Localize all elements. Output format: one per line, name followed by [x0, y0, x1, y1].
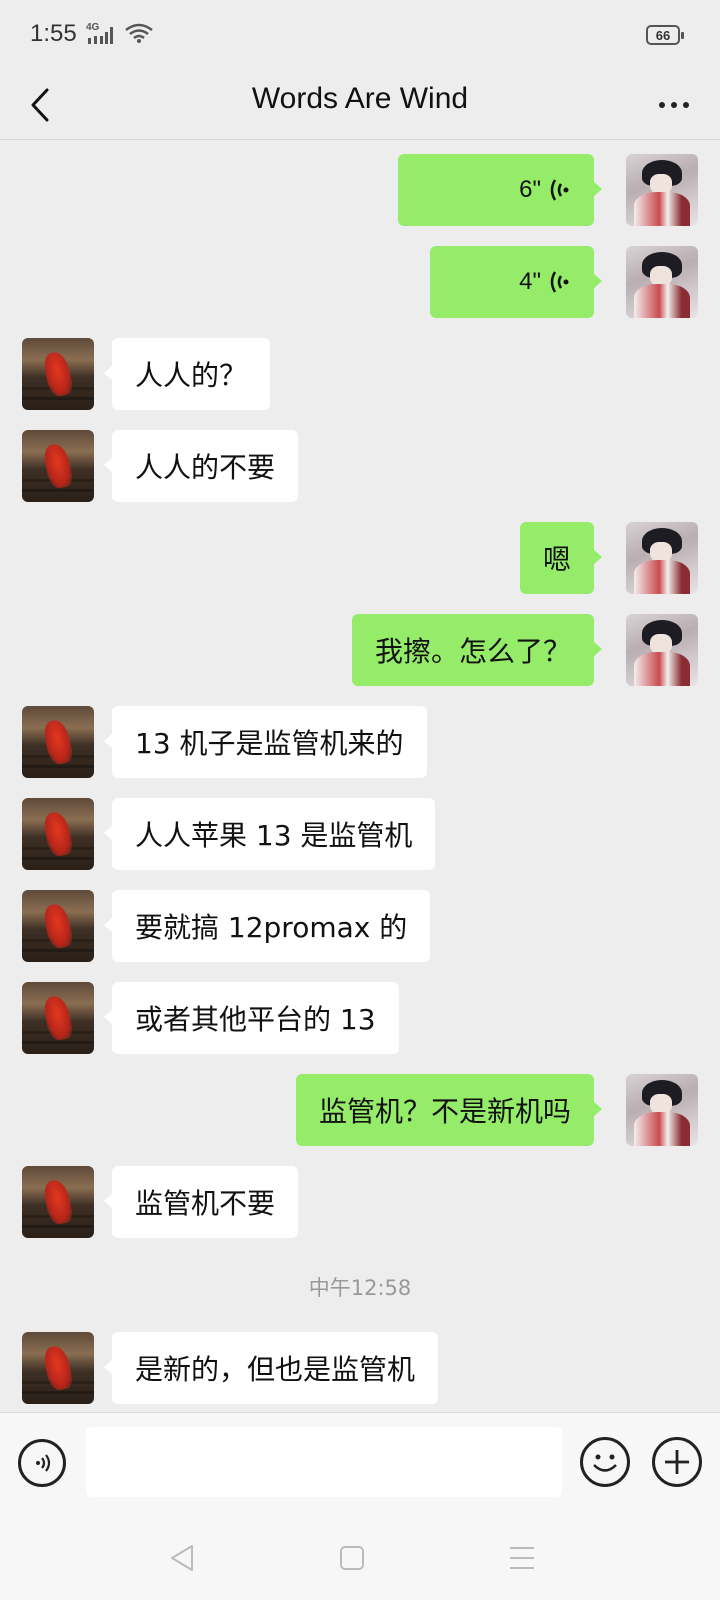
text-message-bubble[interactable]: 我擦。怎么了？: [351, 614, 603, 686]
status-icons: 4G: [86, 22, 154, 48]
message-row: 我擦。怎么了？: [0, 614, 720, 686]
text-message-bubble[interactable]: 监管机？不是新机吗: [295, 1074, 603, 1146]
text-message-bubble[interactable]: 监管机不要: [103, 1166, 299, 1238]
text-message-bubble[interactable]: 13 机子是监管机来的: [104, 706, 427, 778]
contact-avatar[interactable]: [22, 798, 94, 870]
text-message-bubble[interactable]: 或者其他平台的 13: [104, 982, 399, 1054]
voice-wave-icon: [550, 179, 569, 201]
input-bar: [0, 1412, 720, 1510]
smiley-icon: [593, 1454, 617, 1472]
my-avatar[interactable]: [626, 522, 698, 594]
nav-menu-button[interactable]: [502, 1538, 542, 1578]
dot-icon: [659, 102, 665, 108]
message-row: 人人的？: [0, 338, 720, 410]
message-row: 是新的，但也是监管机: [0, 1332, 720, 1404]
message-row: 人人苹果 13 是监管机: [0, 798, 720, 870]
message-row: 嗯: [0, 522, 720, 594]
emoji-button[interactable]: [580, 1437, 630, 1487]
my-avatar[interactable]: [626, 246, 698, 318]
cellular-signal-icon: 4G: [86, 22, 116, 46]
contact-avatar[interactable]: [22, 706, 94, 778]
system-navigation-bar: [0, 1510, 720, 1600]
contact-avatar[interactable]: [22, 338, 94, 410]
message-row: 监管机不要: [0, 1166, 720, 1238]
my-avatar[interactable]: [626, 154, 698, 226]
voice-wave-icon: [550, 271, 569, 293]
contact-avatar[interactable]: [22, 982, 94, 1054]
message-row: 人人的不要: [0, 430, 720, 502]
more-functions-button[interactable]: [652, 1437, 702, 1487]
more-options-button[interactable]: [648, 82, 700, 128]
dot-icon: [683, 102, 689, 108]
text-message-bubble[interactable]: 是新的，但也是监管机: [103, 1332, 439, 1404]
my-avatar[interactable]: [626, 1074, 698, 1146]
voice-message-bubble[interactable]: 6": [398, 154, 602, 226]
text-message-bubble[interactable]: 人人苹果 13 是监管机: [103, 798, 436, 870]
message-row: 4": [0, 246, 720, 318]
contact-avatar[interactable]: [22, 430, 94, 502]
message-row: 或者其他平台的 13: [0, 982, 720, 1054]
dot-icon: [671, 102, 677, 108]
message-row: 要就搞 12promax 的: [0, 890, 720, 962]
voice-input-button[interactable]: [18, 1439, 66, 1487]
text-message-bubble[interactable]: 要就搞 12promax 的: [103, 890, 431, 962]
message-row: 13 机子是监管机来的: [0, 706, 720, 778]
message-input[interactable]: [86, 1427, 562, 1497]
status-bar: 1:55 4G 66: [0, 0, 720, 70]
battery-icon: 66: [646, 25, 684, 45]
contact-avatar[interactable]: [22, 1166, 94, 1238]
plus-icon: [665, 1450, 689, 1474]
triangle-back-icon: [171, 1545, 193, 1571]
nav-back-button[interactable]: [162, 1538, 202, 1578]
text-message-bubble[interactable]: 人人的？: [103, 338, 271, 410]
contact-avatar[interactable]: [22, 1332, 94, 1404]
voice-duration: 6": [519, 176, 541, 203]
voice-icon: [36, 1454, 51, 1472]
chat-title: Words Are Wind: [251, 82, 469, 115]
time-separator: 中午12:58: [308, 1276, 412, 1300]
message-row: 6": [0, 154, 720, 226]
chat-header: Words Are Wind: [0, 70, 720, 140]
menu-lines-icon: [510, 1547, 534, 1569]
message-list[interactable]: 6" 4" 人人的？ 人人的不要 嗯 我擦。怎么了？ 13 机子是监管机来的 人…: [0, 140, 720, 1412]
status-time: 1:55: [30, 20, 77, 47]
text-message-bubble[interactable]: 嗯: [519, 522, 603, 594]
wifi-icon: [124, 22, 154, 48]
contact-avatar[interactable]: [22, 890, 94, 962]
voice-duration: 4": [519, 268, 541, 295]
my-avatar[interactable]: [626, 614, 698, 686]
square-home-icon: [340, 1546, 364, 1570]
nav-home-button[interactable]: [332, 1538, 372, 1578]
message-row: 监管机？不是新机吗: [0, 1074, 720, 1146]
text-message-bubble[interactable]: 人人的不要: [103, 430, 299, 502]
voice-message-bubble[interactable]: 4": [430, 246, 602, 318]
